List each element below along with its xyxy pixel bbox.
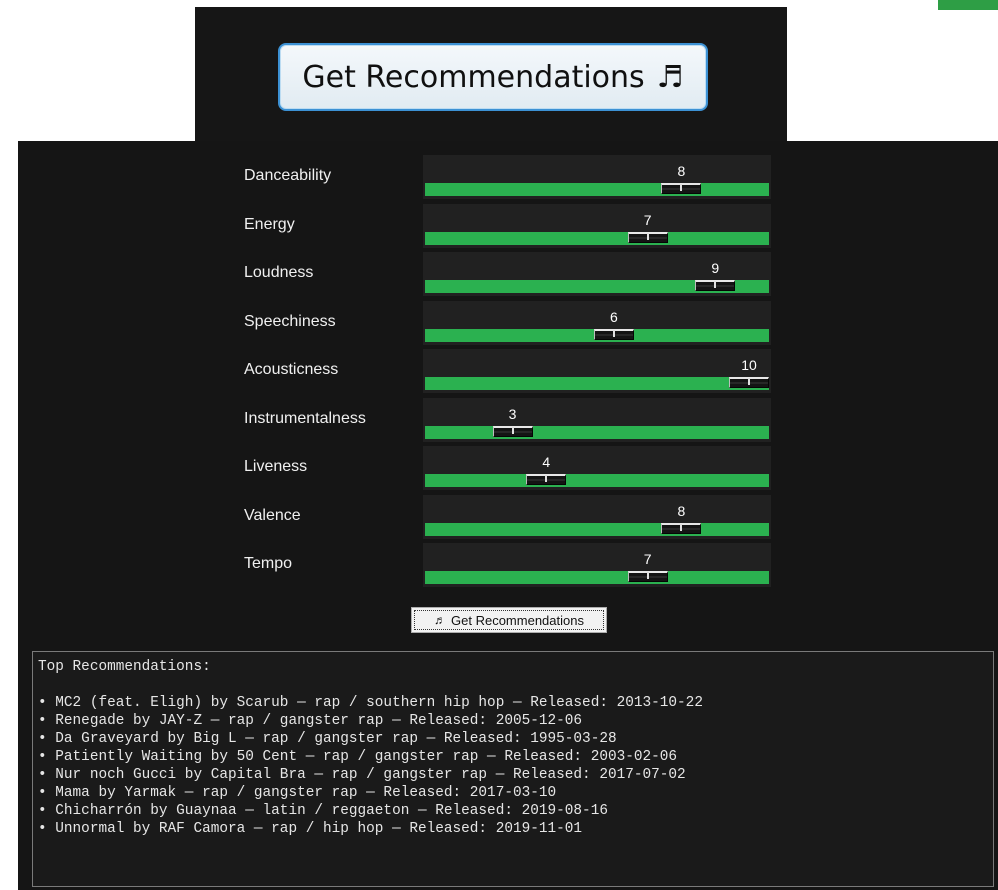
slider-row-valence: Valence 8 [18, 494, 998, 539]
slider-value: 8 [677, 163, 686, 179]
slider-thumb[interactable] [627, 231, 668, 243]
slider-thumb[interactable] [661, 183, 702, 194]
slider-value: 6 [609, 308, 618, 325]
slider-label: Instrumentalness [244, 409, 366, 427]
results-heading: Top Recommendations: [38, 659, 211, 675]
result-line: • Da Graveyard by Big L — rap / gangster… [38, 731, 617, 747]
slider-thumb[interactable] [695, 280, 736, 291]
get-recommendations-button[interactable]: ♬ Get Recommendations [411, 607, 607, 633]
get-recommendations-header-button[interactable]: Get Recommendations ♬ [278, 43, 708, 111]
slider-thumb[interactable] [492, 425, 533, 437]
slider-label: Tempo [244, 555, 293, 572]
slider-valence[interactable]: 8 [423, 494, 771, 539]
slider-track [425, 183, 769, 196]
slider-instrumentalness[interactable]: 3 [423, 397, 771, 442]
music-note-icon: ♬ [656, 59, 684, 95]
slider-value: 9 [711, 260, 720, 276]
slider-danceability[interactable]: 8 [423, 155, 771, 199]
slider-thumb[interactable] [627, 571, 668, 582]
slider-value: 3 [508, 405, 517, 422]
slider-value: 7 [643, 211, 652, 228]
top-panel: Get Recommendations ♬ [195, 7, 787, 141]
slider-thumb[interactable] [729, 377, 769, 388]
slider-track [425, 231, 769, 245]
slider-energy[interactable]: 7 [423, 203, 771, 248]
slider-row-acousticness: Acousticness 10 [18, 349, 998, 393]
results-list: • MC2 (feat. Eligh) by Scarub — rap / so… [38, 694, 988, 838]
slider-row-liveness: Liveness 4 [18, 446, 998, 490]
slider-track [425, 571, 769, 584]
slider-track [425, 425, 769, 439]
slider-row-danceability: Danceability 8 [18, 155, 998, 199]
corner-accent [938, 0, 998, 10]
slider-label: Valence [244, 506, 301, 524]
slider-speechiness[interactable]: 6 [423, 300, 771, 345]
slider-label: Loudness [244, 264, 314, 281]
slider-label: Energy [244, 215, 295, 233]
slider-value: 10 [741, 357, 757, 373]
slider-loudness[interactable]: 9 [423, 252, 771, 296]
result-line: • Mama by Yarmak — rap / gangster rap — … [38, 785, 557, 801]
slider-row-energy: Energy 7 [18, 203, 998, 248]
slider-track [425, 377, 769, 390]
result-line: • MC2 (feat. Eligh) by Scarub — rap / so… [38, 695, 703, 711]
result-line: • Patiently Waiting by 50 Cent — rap / g… [38, 749, 678, 765]
slider-liveness[interactable]: 4 [423, 446, 771, 490]
result-line: • Unnormal by RAF Camora — rap / hip hop… [38, 821, 583, 837]
header-button-label: Get Recommendations [302, 59, 645, 95]
slider-value: 7 [643, 551, 652, 567]
slider-label: Danceability [244, 167, 332, 184]
music-note-icon: ♬ [434, 613, 447, 627]
slider-row-loudness: Loudness 9 [18, 252, 998, 296]
main-panel: Danceability 8 Energy 7 Loudness 9 Speechiness… [18, 141, 998, 890]
slider-label: Speechiness [244, 312, 336, 330]
recommendations-output: Top Recommendations: • MC2 (feat. Eligh)… [32, 651, 994, 887]
slider-track [425, 522, 769, 536]
slider-label: Liveness [244, 458, 308, 475]
slider-tempo[interactable]: 7 [423, 543, 771, 587]
slider-track [425, 474, 769, 487]
slider-value: 4 [542, 454, 551, 470]
slider-row-tempo: Tempo 7 [18, 543, 998, 587]
slider-acousticness[interactable]: 10 [423, 349, 771, 393]
slider-value: 8 [677, 502, 686, 519]
result-line: • Chicharrón by Guaynaa — latin / reggae… [38, 803, 608, 819]
result-line: • Nur noch Gucci by Capital Bra — rap / … [38, 767, 686, 783]
slider-thumb[interactable] [661, 522, 702, 534]
result-line: • Renegade by JAY-Z — rap / gangster rap… [38, 713, 583, 729]
slider-label: Acousticness [244, 361, 339, 378]
slider-thumb[interactable] [526, 474, 567, 485]
slider-thumb[interactable] [593, 328, 634, 340]
slider-row-instrumentalness: Instrumentalness 3 [18, 397, 998, 442]
action-button-label: Get Recommendations [451, 612, 584, 628]
slider-row-speechiness: Speechiness 6 [18, 300, 998, 345]
